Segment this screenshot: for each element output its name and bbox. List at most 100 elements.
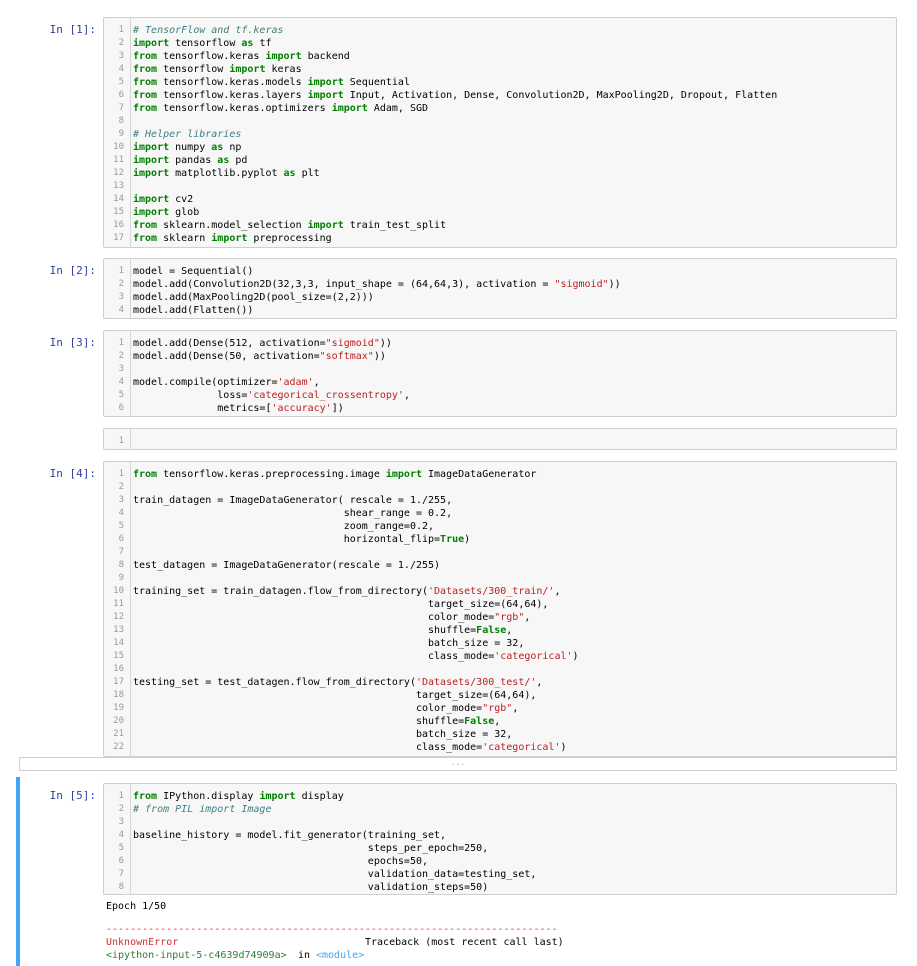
line-number: 14 bbox=[113, 638, 124, 648]
line-number: 11 bbox=[113, 599, 124, 609]
line-number: 13 bbox=[113, 181, 124, 191]
line-number: 3 bbox=[118, 495, 124, 505]
line-number: 14 bbox=[113, 194, 124, 204]
line-number: 3 bbox=[118, 364, 124, 374]
line-number: 6 bbox=[118, 856, 124, 866]
code-line: metrics=['accuracy']) bbox=[133, 403, 344, 414]
code-cell-editor[interactable]: 1 model = Sequential() 2 model.add(Convolut… bbox=[103, 258, 897, 319]
code-line: validation_steps=50) bbox=[133, 882, 489, 893]
line-number: 11 bbox=[113, 155, 124, 165]
selected-cell-indicator bbox=[16, 777, 20, 966]
line-number: 1 bbox=[118, 266, 124, 276]
line-number: 9 bbox=[118, 573, 124, 583]
cell-prompt: In [1]: bbox=[49, 23, 96, 36]
line-number: 2 bbox=[118, 351, 124, 361]
code-line: model.compile(optimizer='adam', bbox=[133, 377, 320, 388]
line-number: 3 bbox=[118, 292, 124, 302]
code-line: # Helper libraries bbox=[133, 129, 242, 140]
line-number: 16 bbox=[113, 220, 124, 230]
code-line: from tensorflow.keras.models import Sequ… bbox=[133, 77, 410, 88]
code-cell-editor[interactable]: 1 # TensorFlow and tf.keras 2 import tensor… bbox=[103, 17, 897, 248]
code-line: import tensorflow as tf bbox=[133, 38, 272, 49]
cell-prompt: In [4]: bbox=[49, 467, 96, 480]
code-line: horizontal_flip=True) bbox=[133, 534, 471, 545]
code-line: from sklearn import preprocessing bbox=[133, 233, 332, 244]
line-number: 8 bbox=[118, 116, 124, 126]
output-location: <ipython-input-5-c4639d74909a> bbox=[106, 950, 287, 961]
code-line: import cv2 bbox=[133, 194, 194, 205]
code-line: steps_per_epoch=250, bbox=[133, 843, 489, 854]
code-line: class_mode='categorical') bbox=[133, 651, 579, 662]
code-line: target_size=(64,64), bbox=[133, 599, 549, 610]
line-number: 17 bbox=[113, 233, 124, 243]
collapsed-output-toggle[interactable]: ... bbox=[19, 757, 897, 771]
line-number: 15 bbox=[113, 207, 124, 217]
code-line: from tensorflow.keras.preprocessing.imag… bbox=[133, 469, 537, 480]
line-number: 7 bbox=[118, 869, 124, 879]
line-number: 12 bbox=[113, 168, 124, 178]
line-number: 10 bbox=[113, 586, 124, 596]
cell-prompt: In [5]: bbox=[49, 789, 96, 802]
code-line: batch_size = 32, bbox=[133, 729, 513, 740]
code-line: shuffle=False, bbox=[133, 716, 501, 727]
code-line: epochs=50, bbox=[133, 856, 429, 867]
code-line: from tensorflow.keras.optimizers import … bbox=[133, 103, 429, 114]
code-line: shear_range = 0.2, bbox=[133, 508, 453, 519]
line-number: 5 bbox=[118, 843, 124, 853]
line-number: 9 bbox=[118, 129, 124, 139]
line-number: 7 bbox=[118, 547, 124, 557]
code-line: zoom_range=0.2, bbox=[133, 521, 435, 532]
line-number: 19 bbox=[113, 703, 124, 713]
line-number: 5 bbox=[118, 77, 124, 87]
code-line: loss='categorical_crossentropy', bbox=[133, 390, 410, 401]
line-number: 4 bbox=[118, 830, 124, 840]
output-traceback-label: Traceback (most recent call last) bbox=[365, 937, 564, 948]
line-number: 22 bbox=[113, 742, 124, 752]
code-line: from sklearn.model_selection import trai… bbox=[133, 220, 447, 231]
line-number: 2 bbox=[118, 279, 124, 289]
line-number: 6 bbox=[118, 403, 124, 413]
line-number: 6 bbox=[118, 534, 124, 544]
code-line: import glob bbox=[133, 207, 200, 218]
line-number: 1 bbox=[118, 436, 124, 446]
line-number: 21 bbox=[113, 729, 124, 739]
line-number: 4 bbox=[118, 377, 124, 387]
line-number: 10 bbox=[113, 142, 124, 152]
code-cell-editor[interactable]: 1 bbox=[103, 428, 897, 450]
line-number: 2 bbox=[118, 482, 124, 492]
cell-prompt: In [2]: bbox=[49, 264, 96, 277]
line-number: 2 bbox=[118, 38, 124, 48]
code-cell-editor[interactable]: 1 from IPython.display import display 2 # f… bbox=[103, 783, 897, 895]
code-line: from tensorflow.keras import backend bbox=[133, 51, 350, 62]
code-line: batch_size = 32, bbox=[133, 638, 525, 649]
code-line: test_datagen = ImageDataGenerator(rescal… bbox=[133, 560, 441, 571]
output-in: in bbox=[298, 950, 311, 961]
code-line: model.add(Dense(512, activation="sigmoid… bbox=[133, 338, 392, 349]
code-line: baseline_history = model.fit_generator(t… bbox=[133, 830, 447, 841]
line-number: 5 bbox=[118, 390, 124, 400]
line-number: 5 bbox=[118, 521, 124, 531]
line-number: 15 bbox=[113, 651, 124, 661]
code-line: import numpy as np bbox=[133, 142, 242, 153]
line-number: 4 bbox=[118, 305, 124, 315]
line-number: 2 bbox=[118, 804, 124, 814]
line-number: 6 bbox=[118, 90, 124, 100]
line-number: 1 bbox=[118, 338, 124, 348]
code-line: color_mode="rgb", bbox=[133, 612, 531, 623]
code-line: testing_set = test_datagen.flow_from_dir… bbox=[133, 677, 543, 688]
line-number: 1 bbox=[118, 469, 124, 479]
code-line: class_mode='categorical') bbox=[133, 742, 567, 753]
line-number: 8 bbox=[118, 560, 124, 570]
code-line: from tensorflow import keras bbox=[133, 64, 302, 75]
line-number: 8 bbox=[118, 882, 124, 892]
code-line: train_datagen = ImageDataGenerator( resc… bbox=[133, 495, 453, 506]
code-line: from IPython.display import display bbox=[133, 791, 344, 802]
line-number: 4 bbox=[118, 508, 124, 518]
code-cell-editor[interactable]: 1 from tensorflow.keras.preprocessing.ima… bbox=[103, 461, 897, 757]
code-line: from tensorflow.keras.layers import Inpu… bbox=[133, 90, 778, 101]
code-line: target_size=(64,64), bbox=[133, 690, 537, 701]
line-number: 16 bbox=[113, 664, 124, 674]
code-cell-editor[interactable]: 1 model.add(Dense(512, activation="sigmoi… bbox=[103, 330, 897, 417]
code-line: training_set = train_datagen.flow_from_d… bbox=[133, 586, 561, 597]
line-number: 1 bbox=[118, 791, 124, 801]
